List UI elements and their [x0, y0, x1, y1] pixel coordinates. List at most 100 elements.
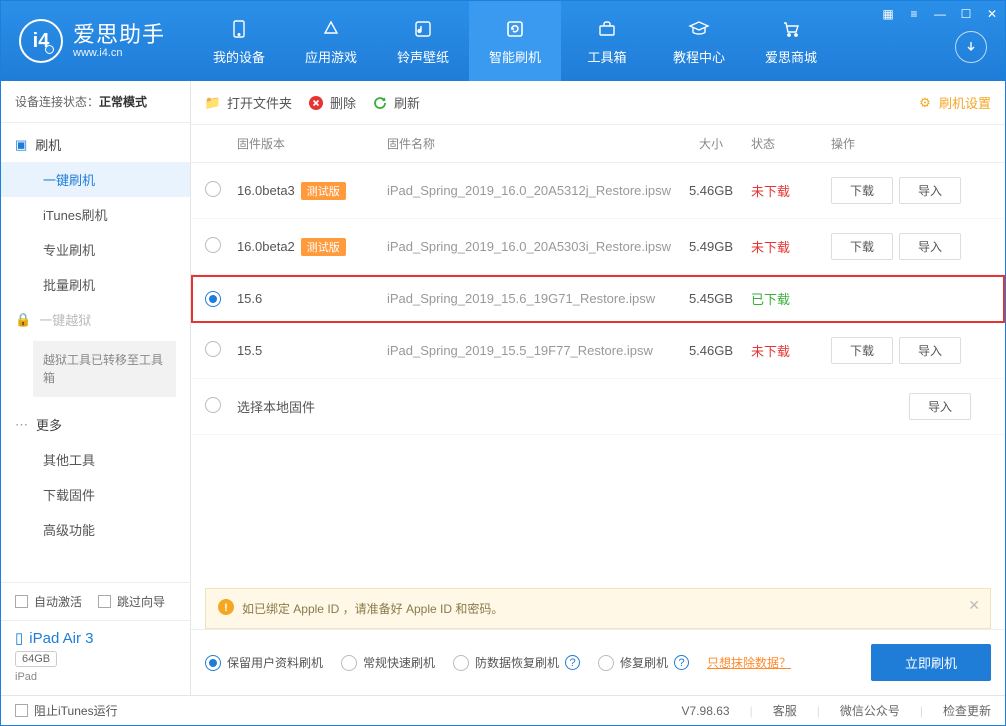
option-radio[interactable] — [598, 655, 614, 671]
firmware-status: 未下载 — [751, 237, 821, 256]
firmware-size: 5.46GB — [671, 343, 751, 358]
table-row[interactable]: 16.0beta3测试版iPad_Spring_2019_16.0_20A531… — [191, 163, 1005, 219]
win-maximize-button[interactable]: ☐ — [953, 1, 979, 27]
nav-tutorials[interactable]: 教程中心 — [653, 1, 745, 81]
nav-toolbox[interactable]: 工具箱 — [561, 1, 653, 81]
firmware-name: iPad_Spring_2019_15.5_19F77_Restore.ipsw — [387, 343, 671, 358]
sidebar-item-other-tools[interactable]: 其他工具 — [1, 442, 190, 477]
nav-store[interactable]: 爱思商城 — [745, 1, 837, 81]
flash-now-button[interactable]: 立即刷机 — [871, 644, 991, 681]
sidebar-item-batch-flash[interactable]: 批量刷机 — [1, 267, 190, 302]
help-icon[interactable]: ? — [565, 655, 580, 670]
sidebar-group-flash[interactable]: ▣ 刷机 — [1, 127, 190, 162]
firmware-status: 未下载 — [751, 181, 821, 200]
device-capacity: 64GB — [15, 651, 57, 667]
open-folder-button[interactable]: 📁打开文件夹 — [205, 93, 292, 112]
version-label: V7.98.63 — [682, 704, 730, 718]
main-nav: 我的设备 应用游戏 铃声壁纸 智能刷机 工具箱 教程中心 爱思商城 — [193, 1, 837, 81]
option-radio[interactable] — [341, 655, 357, 671]
header-ops: 操作 — [821, 135, 991, 152]
row-radio[interactable] — [205, 341, 221, 357]
option-radio[interactable] — [453, 655, 469, 671]
app-header: i4 爱思助手 www.i4.cn 我的设备 应用游戏 铃声壁纸 智能刷机 工具… — [1, 1, 1005, 81]
flash-action-bar: 保留用户资料刷机 常规快速刷机 防数据恢复刷机? 修复刷机? 只想抹除数据？ 立即刷机 — [191, 629, 1005, 695]
lock-icon: 🔒 — [15, 312, 31, 328]
import-button[interactable]: 导入 — [899, 177, 961, 204]
flash-settings-button[interactable]: ⚙刷机设置 — [917, 93, 991, 112]
firmware-size: 5.45GB — [671, 291, 751, 306]
warning-icon: ! — [218, 599, 234, 618]
download-button[interactable]: 下载 — [831, 233, 893, 260]
only-erase-link[interactable]: 只想抹除数据？ — [707, 654, 791, 671]
delete-icon — [308, 95, 324, 111]
sidebar-item-advanced[interactable]: 高级功能 — [1, 512, 190, 547]
flash-option[interactable]: 修复刷机? — [598, 654, 689, 671]
sidebar-item-download-firmware[interactable]: 下载固件 — [1, 477, 190, 512]
flash-option[interactable]: 防数据恢复刷机? — [453, 654, 580, 671]
svg-text:!: ! — [224, 602, 228, 614]
flash-option[interactable]: 保留用户资料刷机 — [205, 654, 323, 671]
device-info: ▯iPad Air 3 64GB iPad — [1, 620, 190, 695]
option-radio[interactable] — [205, 655, 221, 671]
firmware-name: iPad_Spring_2019_16.0_20A5303i_Restore.i… — [387, 239, 671, 254]
logo-icon: i4 — [19, 19, 63, 63]
sync-icon[interactable] — [955, 31, 987, 63]
import-button[interactable]: 导入 — [899, 337, 961, 364]
header-size: 大小 — [671, 135, 751, 152]
win-menu-button[interactable]: ▦ — [875, 1, 901, 27]
block-itunes-checkbox[interactable] — [15, 704, 28, 717]
win-list-button[interactable]: ≡ — [901, 1, 927, 27]
skip-guide-checkbox[interactable] — [98, 595, 111, 608]
nav-apps[interactable]: 应用游戏 — [285, 1, 377, 81]
sidebar-item-itunes-flash[interactable]: iTunes刷机 — [1, 197, 190, 232]
row-radio[interactable] — [205, 397, 221, 413]
app-url: www.i4.cn — [73, 47, 165, 60]
table-row[interactable]: 15.6iPad_Spring_2019_15.6_19G71_Restore.… — [191, 275, 1005, 323]
sidebar: 设备连接状态：正常模式 ▣ 刷机 一键刷机 iTunes刷机 专业刷机 批量刷机… — [1, 81, 191, 695]
sidebar-item-pro-flash[interactable]: 专业刷机 — [1, 232, 190, 267]
import-button[interactable]: 导入 — [909, 393, 971, 420]
flash-option[interactable]: 常规快速刷机 — [341, 654, 435, 671]
close-icon[interactable]: ✕ — [968, 597, 980, 614]
version-text: 15.6 — [237, 291, 262, 306]
status-bar: 阻止iTunes运行 V7.98.63 | 客服 | 微信公众号 | 检查更新 — [1, 695, 1005, 725]
row-radio[interactable] — [205, 181, 221, 197]
row-radio[interactable] — [205, 291, 221, 307]
apps-icon — [319, 17, 343, 41]
refresh-button[interactable]: 刷新 — [372, 93, 420, 112]
block-itunes-label: 阻止iTunes运行 — [34, 702, 118, 719]
folder-icon: 📁 — [205, 95, 221, 111]
wechat-link[interactable]: 微信公众号 — [840, 702, 900, 719]
download-button[interactable]: 下载 — [831, 177, 893, 204]
delete-button[interactable]: 删除 — [308, 93, 356, 112]
nav-my-device[interactable]: 我的设备 — [193, 1, 285, 81]
toolbar: 📁打开文件夹 删除 刷新 ⚙刷机设置 — [191, 81, 1005, 125]
auto-activate-checkbox[interactable] — [15, 595, 28, 608]
check-update-link[interactable]: 检查更新 — [943, 702, 991, 719]
firmware-size: 5.46GB — [671, 183, 751, 198]
import-button[interactable]: 导入 — [899, 233, 961, 260]
sidebar-item-oneclick-flash[interactable]: 一键刷机 — [1, 162, 190, 197]
version-text: 16.0beta2 — [237, 239, 295, 254]
cart-icon — [779, 17, 803, 41]
nav-flash[interactable]: 智能刷机 — [469, 1, 561, 81]
app-name: 爱思助手 — [73, 22, 165, 47]
row-radio[interactable] — [205, 237, 221, 253]
download-button[interactable]: 下载 — [831, 337, 893, 364]
tablet-icon: ▯ — [15, 629, 23, 647]
win-minimize-button[interactable]: — — [927, 1, 953, 27]
version-text: 15.5 — [237, 343, 262, 358]
sidebar-group-more[interactable]: ⋯ 更多 — [1, 407, 190, 442]
reload-icon — [372, 95, 388, 111]
sidebar-group-jailbreak: 🔒 一键越狱 — [1, 302, 190, 337]
firmware-status: 已下载 — [751, 289, 821, 308]
help-icon[interactable]: ? — [674, 655, 689, 670]
table-row[interactable]: 选择本地固件导入 — [191, 379, 1005, 435]
win-close-button[interactable]: ✕ — [979, 1, 1005, 27]
table-row[interactable]: 15.5 iPad_Spring_2019_15.5_19F77_Restore.… — [191, 323, 1005, 379]
grid-icon: ▣ — [15, 137, 27, 153]
nav-ringtones[interactable]: 铃声壁纸 — [377, 1, 469, 81]
support-link[interactable]: 客服 — [773, 702, 797, 719]
skip-guide-label: 跳过向导 — [117, 593, 165, 610]
table-row[interactable]: 16.0beta2测试版iPad_Spring_2019_16.0_20A530… — [191, 219, 1005, 275]
